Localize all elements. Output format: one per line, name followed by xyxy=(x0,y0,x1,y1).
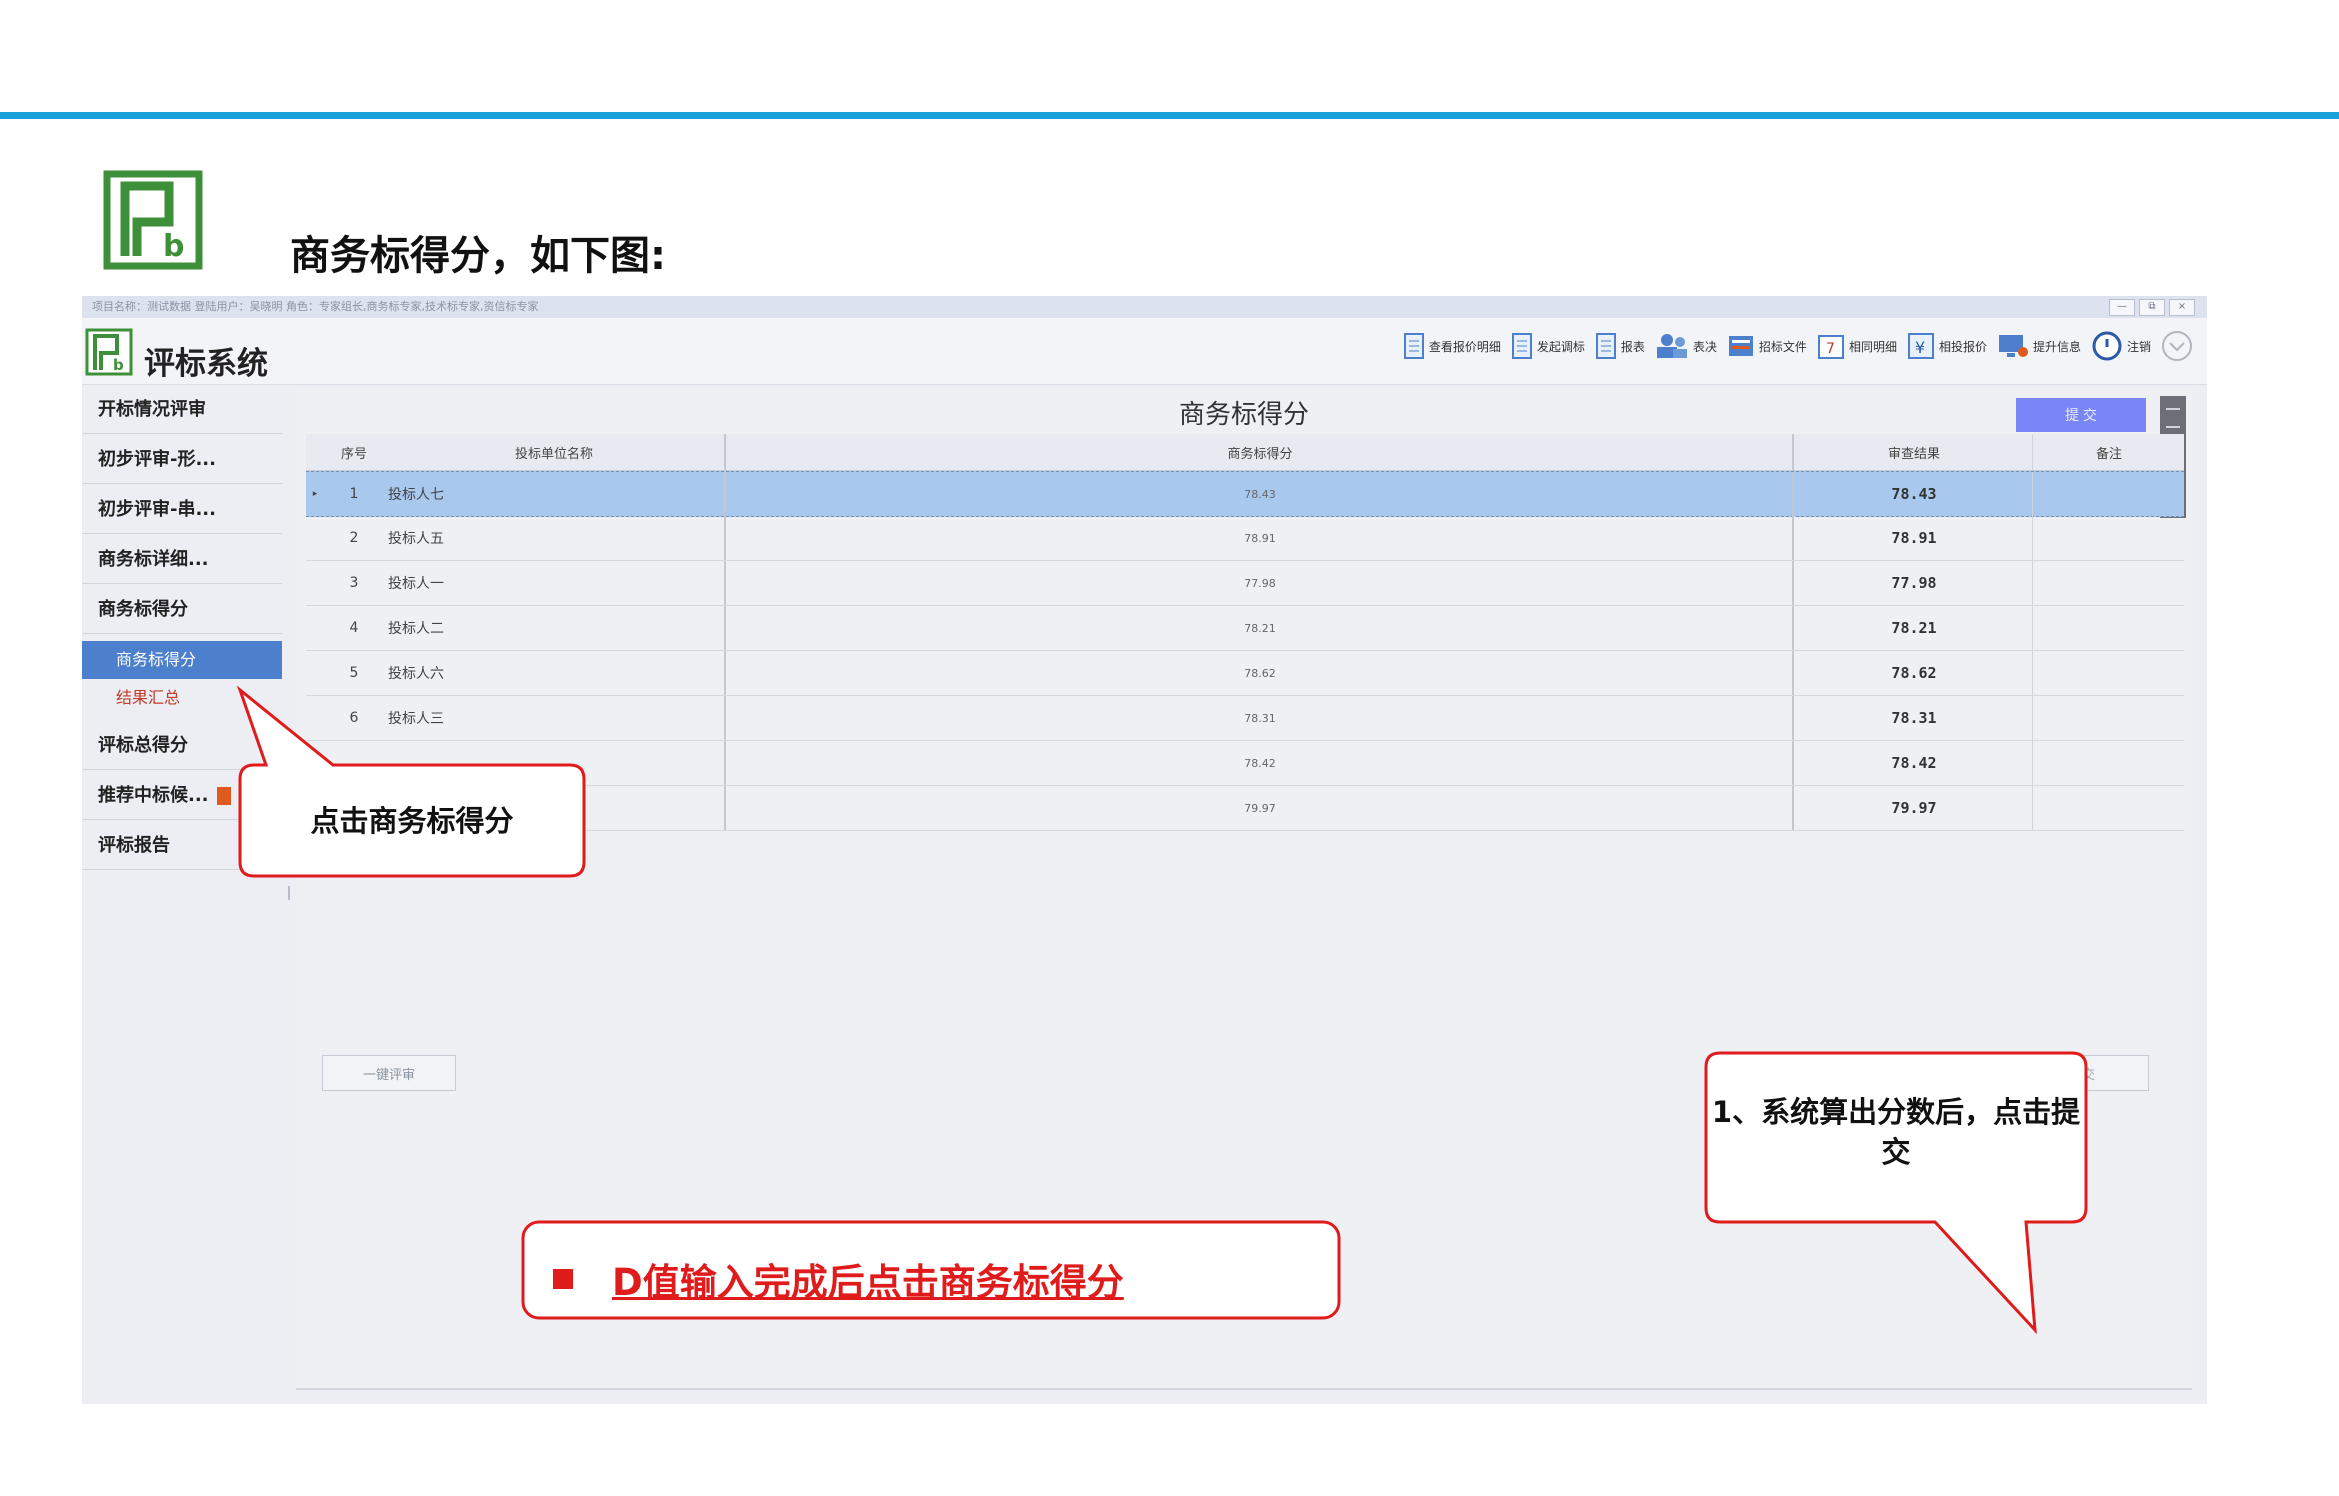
col-header-score[interactable]: 商务标得分 xyxy=(724,434,1794,470)
table-row[interactable]: 3 投标人一 77.98 77.98 xyxy=(306,561,2184,606)
vote-button[interactable]: 表决 xyxy=(1655,332,1717,360)
view-quote-detail-button[interactable]: 查看报价明细 xyxy=(1403,332,1501,360)
monitor-icon xyxy=(1998,335,2028,357)
toolbar-label: 注销 xyxy=(2126,339,2151,354)
row-indicator-icon: ▸ xyxy=(312,489,318,499)
toolbar-label: 相同明细 xyxy=(1848,339,1897,354)
app-header: b 评标系统 查看报价明细 发起调标 报表 表决 招标文件 7 相同明细 ¥ 相… xyxy=(82,318,2207,385)
toolbar-label: 招标文件 xyxy=(1758,339,1807,354)
calendar-icon: 7 xyxy=(1817,335,1844,359)
document-icon xyxy=(1595,333,1616,359)
bullet-square-icon xyxy=(553,1269,573,1289)
sidebar-item-business-detail[interactable]: 商务标详细... xyxy=(82,536,282,584)
col-header-result[interactable]: 审查结果 xyxy=(1792,434,2034,470)
col-header-no[interactable]: 序号 xyxy=(324,434,384,470)
restore-button[interactable]: ⧉ xyxy=(2139,299,2165,316)
sidebar-sub-business-score[interactable]: 商务标得分 xyxy=(82,641,282,679)
chevron-down-icon[interactable] xyxy=(2161,330,2193,362)
panel-bottom-border xyxy=(296,1388,2192,1390)
sidebar-item-business-score[interactable]: 商务标得分 xyxy=(82,586,282,634)
callout-click-score: 点击商务标得分 xyxy=(310,804,514,838)
table-row[interactable]: 6 投标人三 78.31 78.31 xyxy=(306,696,2184,741)
toolbar: 查看报价明细 发起调标 报表 表决 招标文件 7 相同明细 ¥ 相投报价 提升信… xyxy=(1403,330,2193,362)
quote-button[interactable]: ¥ 相投报价 xyxy=(1907,332,1987,360)
table-row[interactable]: 78.42 78.42 xyxy=(306,741,2184,786)
slide-accent-line xyxy=(0,112,2339,119)
same-detail-button[interactable]: 7 相同明细 xyxy=(1817,332,1897,360)
window-titlebar: 项目名称：测试数据 登陆用户：吴晓明 角色：专家组长,商务标专家,技术标专家,资… xyxy=(82,296,2207,318)
document-icon xyxy=(1403,333,1424,359)
table-row[interactable]: 4 投标人二 78.21 78.21 xyxy=(306,606,2184,651)
toolbar-label: 查看报价明细 xyxy=(1428,339,1501,354)
svg-text:7: 7 xyxy=(1826,341,1835,357)
table-row[interactable]: 79.97 79.97 xyxy=(306,786,2184,831)
window-title: 项目名称：测试数据 登陆用户：吴晓明 角色：专家组长,商务标专家,技术标专家,资… xyxy=(92,300,539,313)
logout-button[interactable]: 注销 xyxy=(2091,330,2151,362)
main-panel: 商务标得分 提 交 序号 投标单位名称 商务标得分 审查结果 备注 ▸ 1 投标… xyxy=(296,388,2192,1390)
app-logo-icon: b xyxy=(85,328,133,376)
svg-text:¥: ¥ xyxy=(1915,338,1925,357)
sidebar-item-total-score[interactable]: 评标总得分 xyxy=(82,722,282,770)
col-header-note[interactable]: 备注 xyxy=(2032,434,2185,470)
sidebar-splitter[interactable] xyxy=(288,886,290,900)
svg-text:b: b xyxy=(163,229,184,264)
toolbar-label: 报表 xyxy=(1620,339,1645,354)
table-row[interactable]: 2 投标人五 78.91 78.91 xyxy=(306,516,2184,561)
toolbar-label: 发起调标 xyxy=(1536,339,1585,354)
document-icon xyxy=(1511,333,1532,359)
sidebar: 开标情况评审 初步评审-形... 初步评审-串... 商务标详细... 商务标得… xyxy=(82,386,282,1404)
power-icon xyxy=(2092,331,2122,361)
minimize-button[interactable]: — xyxy=(2109,299,2135,316)
sidebar-item-label: 推荐中标候... xyxy=(98,785,209,806)
yen-icon: ¥ xyxy=(1907,333,1934,359)
table-row[interactable]: ▸ 1 投标人七 78.43 78.43 xyxy=(306,471,2184,517)
start-adjust-button[interactable]: 发起调标 xyxy=(1511,332,1585,360)
table-row[interactable]: 5 投标人六 78.62 78.62 xyxy=(306,651,2184,696)
close-button[interactable]: × xyxy=(2169,299,2195,316)
callout-d-value-note: D值输入完成后点击商务标得分 xyxy=(612,1261,1124,1304)
sidebar-item-preliminary-form[interactable]: 初步评审-形... xyxy=(82,436,282,484)
tender-file-button[interactable]: 招标文件 xyxy=(1727,332,1807,360)
table-header: 序号 投标单位名称 商务标得分 审查结果 备注 xyxy=(306,434,2184,471)
slide-title: 商务标得分，如下图: xyxy=(290,233,666,279)
file-icon xyxy=(1728,336,1753,356)
sidebar-item-opening-review[interactable]: 开标情况评审 xyxy=(82,386,282,434)
one-key-review-button[interactable]: 一键评审 xyxy=(322,1055,456,1091)
report-button[interactable]: 报表 xyxy=(1595,332,1645,360)
sidebar-item-preliminary-collusion[interactable]: 初步评审-串... xyxy=(82,486,282,534)
toolbar-label: 表决 xyxy=(1692,339,1717,354)
toolbar-label: 提升信息 xyxy=(2032,339,2081,354)
users-icon xyxy=(1656,334,1687,358)
col-header-name[interactable]: 投标单位名称 xyxy=(384,434,724,470)
raise-info-button[interactable]: 提升信息 xyxy=(1997,332,2081,360)
callout-submit: 1、系统算出分数后，点击提交 xyxy=(1711,1095,2081,1169)
svg-text:b: b xyxy=(113,356,124,374)
app-name: 评标系统 xyxy=(144,346,268,382)
toolbar-label: 相投报价 xyxy=(1938,339,1987,354)
submit-top-button[interactable]: 提 交 xyxy=(2016,398,2146,432)
notification-badge xyxy=(216,787,231,805)
pb-logo-icon: b xyxy=(103,170,203,270)
panel-title: 商务标得分 xyxy=(1178,400,1309,430)
submit-button[interactable]: 提交 xyxy=(2015,1055,2149,1091)
sidebar-sub-result-summary[interactable]: 结果汇总 xyxy=(82,679,282,717)
